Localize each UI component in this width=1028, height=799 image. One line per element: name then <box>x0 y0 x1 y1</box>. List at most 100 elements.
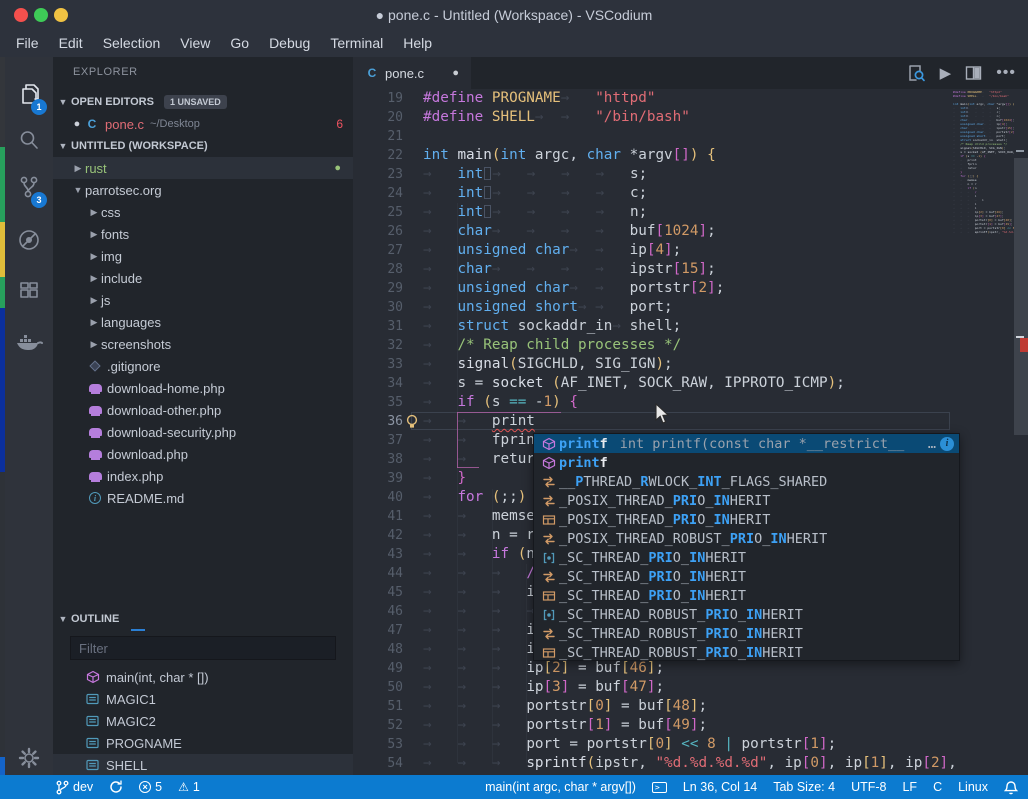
tree-item-img[interactable]: ▶ img <box>53 245 353 267</box>
tree-item-.gitignore[interactable]: .gitignore <box>53 355 353 377</box>
outline-item-main-int--char------[interactable]: main(int, char * []) <box>53 666 353 688</box>
code-line-19[interactable]: 19 #define PROGNAME→ "httpd" <box>353 89 1028 108</box>
tree-item-js[interactable]: ▶ js <box>53 289 353 311</box>
suggestion-row[interactable]: _POSIX_THREAD_PRIO_INHERIT <box>534 491 959 510</box>
code-line-28[interactable]: 28 → char→ → → → ipstr[15]; <box>353 260 1028 279</box>
suggestion-row[interactable]: printf int printf(const char *__restrict_… <box>534 434 959 453</box>
status-branch[interactable]: dev <box>55 780 93 795</box>
code-line-31[interactable]: 31 → struct sockaddr_in→ shell; <box>353 317 1028 336</box>
activity-search[interactable] <box>5 117 53 163</box>
outline-header[interactable]: ▼ OUTLINE <box>53 608 353 630</box>
status-terminal[interactable]: > <box>651 781 667 793</box>
outline-item-shell[interactable]: SHELL <box>53 754 353 775</box>
workspace-section-header[interactable]: ▼ UNTITLED (WORKSPACE) <box>53 135 353 157</box>
suggestion-row[interactable]: _SC_THREAD_PRIO_INHERIT <box>534 586 959 605</box>
minimap[interactable]: #define PROGNAME→ "httpd" #define SHELL→ … <box>953 90 1014 234</box>
code-editor[interactable]: 19 #define PROGNAME→ "httpd" 20 #define SHE… <box>353 89 1028 775</box>
status-utf-8[interactable]: UTF-8 <box>851 780 886 794</box>
tree-item-fonts[interactable]: ▶ fonts <box>53 223 353 245</box>
more-actions-button[interactable]: ••• <box>996 64 1016 82</box>
code-line-35[interactable]: 35 → if (s == -1) { <box>353 393 1028 412</box>
outline-item-magic1[interactable]: MAGIC1 <box>53 688 353 710</box>
suggestion-row[interactable]: _SC_THREAD_ROBUST_PRIO_INHERIT <box>534 624 959 643</box>
suggestion-row[interactable]: _SC_THREAD_PRIO_INHERIT <box>534 548 959 567</box>
tree-item-rust[interactable]: ▶ rust ● <box>53 157 353 179</box>
menu-file[interactable]: File <box>6 30 49 57</box>
status-linux[interactable]: Linux <box>958 780 988 794</box>
code-line-51[interactable]: 51 → → → portstr[0] = buf[48]; <box>353 697 1028 716</box>
code-line-52[interactable]: 52 → → → portstr[1] = buf[49]; <box>353 716 1028 735</box>
outline-item-magic2[interactable]: MAGIC2 <box>53 710 353 732</box>
open-editor-item-pone.c[interactable]: ● C pone.c ~/Desktop 6 <box>53 113 353 135</box>
status-c[interactable]: C <box>933 780 942 794</box>
tree-item-index.php[interactable]: index.php <box>53 465 353 487</box>
tree-item-include[interactable]: ▶ include <box>53 267 353 289</box>
tree-item-download-home.php[interactable]: download-home.php <box>53 377 353 399</box>
code-line-36[interactable]: 36 → → print <box>353 412 1028 431</box>
suggestion-row[interactable]: printf <box>534 453 959 472</box>
tab-pone.c[interactable]: C pone.c ● <box>353 57 471 89</box>
tree-item-css[interactable]: ▶ css <box>53 201 353 223</box>
code-line-33[interactable]: 33 → signal(SIGCHLD, SIG_IGN); <box>353 355 1028 374</box>
tab-modified-dot-icon[interactable]: ● <box>452 67 459 79</box>
activity-docker[interactable] <box>5 319 53 365</box>
menu-edit[interactable]: Edit <box>49 30 93 57</box>
code-line-23[interactable]: 23 → int → → → → s; <box>353 165 1028 184</box>
tree-item-parrotsec.org[interactable]: ▼ parrotsec.org <box>53 179 353 201</box>
suggestion-row[interactable]: _SC_THREAD_ROBUST_PRIO_INHERIT <box>534 605 959 624</box>
code-line-25[interactable]: 25 → int → → → → n; <box>353 203 1028 222</box>
tree-item-download.php[interactable]: download.php <box>53 443 353 465</box>
status-tab-size-4[interactable]: Tab Size: 4 <box>773 780 835 794</box>
lightbulb-icon[interactable] <box>405 414 419 434</box>
code-line-30[interactable]: 30 → unsigned short→ → port; <box>353 298 1028 317</box>
suggestion-row[interactable]: _SC_THREAD_ROBUST_PRIO_INHERIT <box>534 643 959 662</box>
tree-item-download-security.php[interactable]: download-security.php <box>53 421 353 443</box>
open-preview-button[interactable] <box>906 63 926 83</box>
activity-source-control[interactable]: 3 <box>5 164 53 210</box>
tree-item-screenshots[interactable]: ▶ screenshots <box>53 333 353 355</box>
info-icon[interactable]: i <box>940 436 954 451</box>
activity-debug[interactable] <box>5 217 53 263</box>
status-bell[interactable] <box>1004 780 1018 795</box>
code-line-50[interactable]: 50 → → → ip[3] = buf[47]; <box>353 678 1028 697</box>
outline-item-progname[interactable]: PROGNAME <box>53 732 353 754</box>
scrollbar[interactable] <box>1014 89 1028 775</box>
status-sync[interactable] <box>109 780 123 794</box>
tree-item-languages[interactable]: ▶ languages <box>53 311 353 333</box>
suggestion-row[interactable]: _SC_THREAD_PRIO_INHERIT <box>534 567 959 586</box>
run-button[interactable]: ▶ <box>940 64 952 82</box>
status-warning[interactable]: ⚠ 1 <box>178 780 200 794</box>
menu-view[interactable]: View <box>170 30 220 57</box>
menu-debug[interactable]: Debug <box>259 30 320 57</box>
menu-terminal[interactable]: Terminal <box>320 30 393 57</box>
code-line-26[interactable]: 26 → char→ → → → buf[1024]; <box>353 222 1028 241</box>
outline-filter-input[interactable] <box>70 636 336 660</box>
status-error[interactable]: × 5 <box>139 780 162 794</box>
split-editor-button[interactable] <box>965 65 982 81</box>
code-line-53[interactable]: 53 → → → port = portstr[0] << 8 | portstr… <box>353 735 1028 754</box>
code-line-54[interactable]: 54 → → → sprintf(ipstr, "%d.%d.%d.%d", ip… <box>353 754 1028 773</box>
code-line-21[interactable]: 21 <box>353 127 1028 146</box>
menu-selection[interactable]: Selection <box>93 30 171 57</box>
code-line-24[interactable]: 24 → int → → → → c; <box>353 184 1028 203</box>
suggestion-row[interactable]: __PTHREAD_RWLOCK_INT_FLAGS_SHARED <box>534 472 959 491</box>
tree-item-download-other.php[interactable]: download-other.php <box>53 399 353 421</box>
activity-extensions[interactable] <box>5 269 53 315</box>
status-ln-36-col-14[interactable]: Ln 36, Col 14 <box>683 780 757 794</box>
activity-explorer[interactable]: 1 <box>5 71 53 117</box>
code-line-27[interactable]: 27 → unsigned char→ → ip[4]; <box>353 241 1028 260</box>
code-line-32[interactable]: 32 → /* Reap child processes */ <box>353 336 1028 355</box>
tree-item-readme.md[interactable]: i README.md <box>53 487 353 509</box>
status-main-int-argc-char-argv-[interactable]: main(int argc, char * argv[]) <box>485 780 636 794</box>
code-line-22[interactable]: 22 int main(int argc, char *argv[]) { <box>353 146 1028 165</box>
open-editors-header[interactable]: ▼ OPEN EDITORS 1 UNSAVED <box>53 91 353 113</box>
scrollbar-slider[interactable] <box>1014 158 1028 435</box>
code-line-29[interactable]: 29 → unsigned char→ → portstr[2]; <box>353 279 1028 298</box>
menu-go[interactable]: Go <box>220 30 259 57</box>
code-line-34[interactable]: 34 → s = socket (AF_INET, SOCK_RAW, IPPRO… <box>353 374 1028 393</box>
code-line-20[interactable]: 20 #define SHELL→ → "/bin/bash" <box>353 108 1028 127</box>
suggestion-row[interactable]: _POSIX_THREAD_ROBUST_PRIO_INHERIT <box>534 529 959 548</box>
suggestion-row[interactable]: _POSIX_THREAD_PRIO_INHERIT <box>534 510 959 529</box>
menu-help[interactable]: Help <box>393 30 442 57</box>
status-lf[interactable]: LF <box>902 780 917 794</box>
